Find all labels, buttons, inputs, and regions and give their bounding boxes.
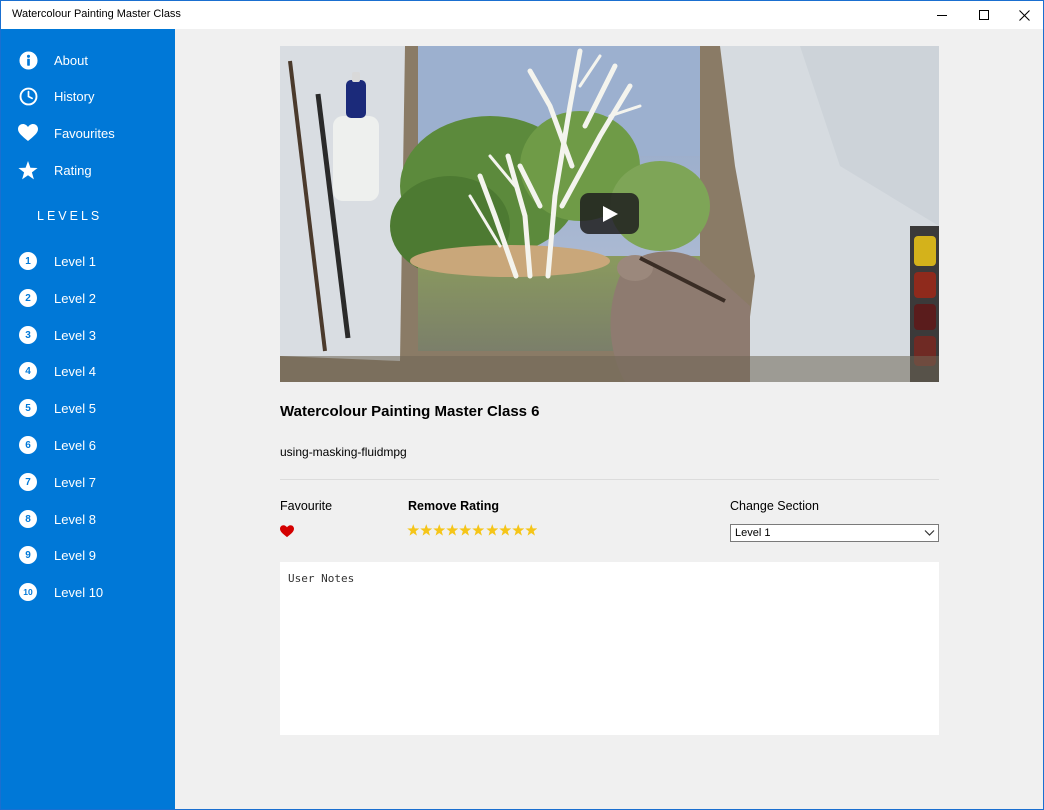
- levels-heading: LEVELS: [37, 209, 103, 223]
- number-3-icon: 3: [18, 325, 38, 345]
- sidebar-item-level-2[interactable]: 2 Level 2: [1, 280, 175, 316]
- sidebar-item-level-7[interactable]: 7 Level 7: [1, 464, 175, 500]
- number-10-icon: 10: [18, 582, 38, 602]
- sidebar-item-label: Level 9: [54, 547, 96, 563]
- rating-star-icon[interactable]: [472, 524, 485, 536]
- number-5-icon: 5: [18, 398, 38, 418]
- sidebar-item-label: Favourites: [54, 125, 115, 141]
- play-button[interactable]: [580, 193, 639, 234]
- number-7-icon: 7: [18, 472, 38, 492]
- user-notes-input[interactable]: [280, 562, 939, 735]
- minimize-button[interactable]: [919, 1, 965, 29]
- sidebar-item-label: Level 3: [54, 327, 96, 343]
- sidebar-item-label: Level 5: [54, 400, 96, 416]
- rating-star-icon[interactable]: [407, 524, 420, 536]
- sidebar-item-level-5[interactable]: 5 Level 5: [1, 390, 175, 426]
- video-title: Watercolour Painting Master Class 6: [280, 403, 540, 420]
- number-2-icon: 2: [18, 288, 38, 308]
- rating-star-icon[interactable]: [446, 524, 459, 536]
- sidebar-item-level-6[interactable]: 6 Level 6: [1, 427, 175, 463]
- sidebar-item-level-9[interactable]: 9 Level 9: [1, 537, 175, 573]
- sidebar-item-label: Level 4: [54, 363, 96, 379]
- sidebar-item-level-3[interactable]: 3 Level 3: [1, 317, 175, 353]
- sidebar-item-label: Rating: [54, 162, 92, 178]
- sidebar-item-label: About: [54, 52, 88, 68]
- number-1-icon: 1: [18, 251, 38, 271]
- sidebar-item-label: History: [54, 88, 95, 104]
- minimize-icon: [937, 15, 947, 16]
- maximize-icon: [979, 10, 989, 20]
- close-button[interactable]: [1001, 1, 1044, 29]
- number-4-icon: 4: [18, 361, 38, 381]
- number-9-icon: 9: [18, 545, 38, 565]
- rating-star-icon[interactable]: [485, 524, 499, 536]
- sidebar-item-label: Level 6: [54, 437, 96, 453]
- close-icon: [1018, 9, 1030, 21]
- favourite-label: Favourite: [280, 499, 333, 513]
- rating-star-icon[interactable]: [459, 524, 472, 536]
- clock-icon: [18, 86, 38, 106]
- change-section-label: Change Section: [730, 499, 819, 513]
- video-filename: using-masking-fluidmpg: [280, 445, 407, 459]
- sidebar-item-favourites[interactable]: Favourites: [1, 115, 175, 151]
- rating-star-icon[interactable]: [433, 524, 446, 536]
- sidebar-item-about[interactable]: About: [1, 42, 175, 78]
- heart-icon: [280, 525, 294, 538]
- sidebar-item-history[interactable]: History: [1, 78, 175, 114]
- section-dropdown-value: Level 1: [735, 527, 771, 539]
- heart-icon: [18, 123, 38, 143]
- play-icon: [602, 205, 618, 222]
- rating-star-icon[interactable]: [498, 524, 512, 536]
- sidebar-item-label: Level 7: [54, 474, 96, 490]
- rating-stars[interactable]: [407, 524, 538, 536]
- video-player[interactable]: [280, 46, 939, 382]
- sidebar: About History Favourites Rating LEVELS 1…: [1, 29, 175, 809]
- sidebar-item-label: Level 1: [54, 253, 96, 269]
- sidebar-item-label: Level 2: [54, 290, 96, 306]
- rating-star-icon[interactable]: [420, 524, 433, 536]
- remove-rating-button[interactable]: Remove Rating: [408, 499, 499, 513]
- favourite-toggle[interactable]: [280, 525, 294, 538]
- sidebar-item-level-10[interactable]: 10 Level 10: [1, 574, 175, 610]
- app-window: Watercolour Painting Master Class About …: [0, 0, 1044, 810]
- info-icon: [18, 50, 38, 70]
- divider: [280, 479, 939, 480]
- sidebar-item-rating[interactable]: Rating: [1, 152, 175, 188]
- chevron-down-icon: [924, 530, 935, 536]
- section-dropdown[interactable]: Level 1: [730, 524, 939, 542]
- rating-star-icon[interactable]: [512, 524, 525, 536]
- sidebar-item-level-4[interactable]: 4 Level 4: [1, 353, 175, 389]
- sidebar-item-label: Level 8: [54, 511, 96, 527]
- number-6-icon: 6: [18, 435, 38, 455]
- sidebar-item-level-8[interactable]: 8 Level 8: [1, 501, 175, 537]
- window-title: Watercolour Painting Master Class: [12, 8, 181, 20]
- rating-star-icon[interactable]: [525, 524, 538, 536]
- sidebar-item-label: Level 10: [54, 584, 104, 600]
- title-bar: Watercolour Painting Master Class: [1, 1, 1043, 29]
- number-8-icon: 8: [18, 509, 38, 529]
- star-icon: [18, 160, 38, 180]
- sidebar-item-level-1[interactable]: 1 Level 1: [1, 243, 175, 279]
